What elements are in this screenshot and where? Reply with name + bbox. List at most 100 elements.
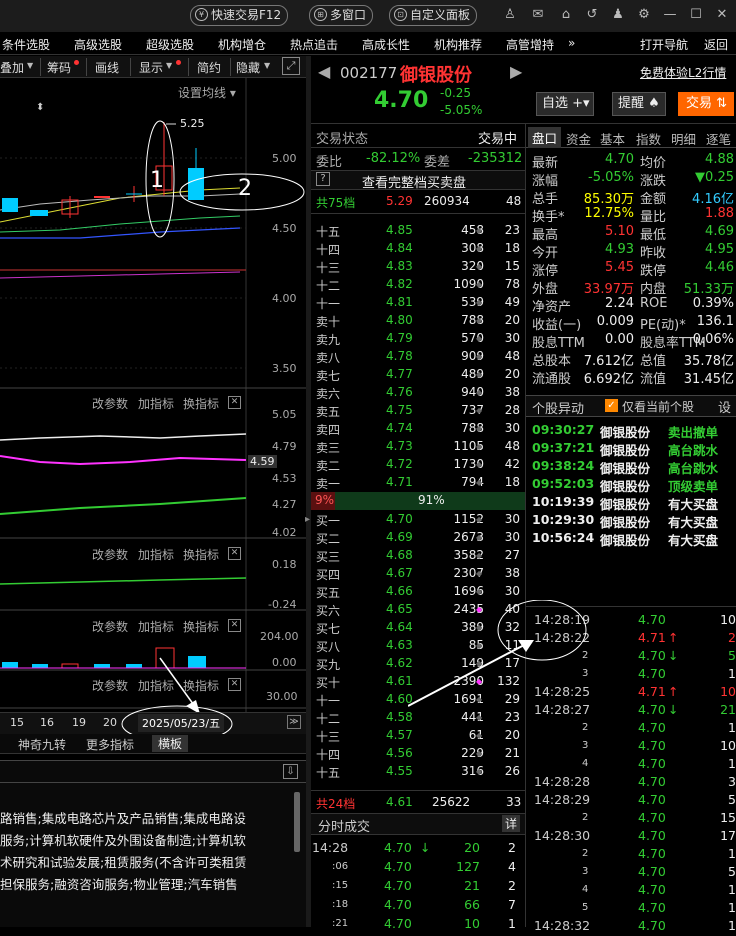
event-row[interactable]: 10:56:24 御银股份 有大买盘 — [530, 530, 736, 548]
menu-item[interactable]: 机构推荐 — [434, 36, 482, 53]
ask-row[interactable]: 十一 4.81 539 ◆ 49 — [312, 294, 524, 312]
menu-item[interactable]: 热点追击 — [290, 36, 338, 53]
scrollbar[interactable] — [294, 792, 300, 852]
bid-row[interactable]: 买四 4.67 2307 ◆ 38 — [312, 565, 524, 583]
bid-row[interactable]: 十五 4.55 316 ◆ 26 — [312, 763, 524, 781]
back-button[interactable]: 返回 — [704, 36, 728, 53]
maximize-icon[interactable]: ☐ — [688, 7, 704, 23]
menu-item[interactable]: 高成长性 — [362, 36, 410, 53]
tab-tick-by-tick[interactable]: 逐笔 — [706, 129, 731, 148]
ask-row[interactable]: 十二 4.82 1090 ◆ 78 — [312, 276, 524, 294]
event-row[interactable]: 09:38:24 御银股份 高台跳水 — [530, 458, 736, 476]
download-icon[interactable]: ⇩ — [283, 764, 298, 779]
ask-row[interactable]: 卖八 4.78 909 ◆ 48 — [312, 348, 524, 366]
close-icon[interactable]: ✕ — [228, 396, 241, 409]
tab-index[interactable]: 指数 — [636, 129, 661, 148]
quick-trade-button[interactable]: ¥ 快速交易F12 — [190, 5, 289, 26]
ask-row[interactable]: 十五 4.85 458 ◆ 23 — [312, 222, 524, 240]
open-nav[interactable]: 打开导航 — [640, 36, 688, 53]
tab-more-indicators[interactable]: 更多指标 — [86, 736, 134, 753]
collapse-icon[interactable]: ▸ — [305, 514, 310, 525]
mail-icon[interactable]: ✉ — [530, 7, 546, 23]
trade-button[interactable]: 交易 ⇅ — [678, 92, 734, 116]
sub2-params[interactable]: 改参数 — [92, 546, 128, 563]
ask-row[interactable]: 卖五 4.75 737 ◆ 28 — [312, 402, 524, 420]
help-icon[interactable]: ? — [316, 172, 330, 186]
event-row[interactable]: 09:30:27 御银股份 卖出撤单 — [530, 422, 736, 440]
sub4-params[interactable]: 改参数 — [92, 677, 128, 694]
tab-detail[interactable]: 明细 — [671, 129, 696, 148]
tab-basic[interactable]: 基本 — [600, 129, 625, 148]
add-favorite-button[interactable]: 自选 +▾ — [536, 92, 594, 116]
free-l2-link[interactable]: 免费体验L2行情 — [640, 64, 726, 81]
full-book-link[interactable]: 查看完整档买卖盘 — [362, 172, 466, 191]
display-button[interactable]: 显示 — [139, 59, 163, 76]
settings-icon[interactable]: ⚙ — [636, 7, 652, 23]
home-icon[interactable]: ⌂ — [558, 7, 574, 23]
skin-icon[interactable]: ♟ — [610, 7, 626, 23]
tab-funds[interactable]: 资金 — [566, 129, 591, 148]
sub1-add[interactable]: 加指标 — [138, 395, 174, 412]
scroll-right-icon[interactable]: ≫ — [287, 715, 301, 729]
event-row[interactable]: 09:52:03 御银股份 顶级卖单 — [530, 476, 736, 494]
overlay-button[interactable]: 叠加 — [0, 59, 24, 76]
sub1-switch[interactable]: 换指标 — [183, 395, 219, 412]
event-row[interactable]: 10:19:39 御银股份 有大买盘 — [530, 494, 736, 512]
bid-row[interactable]: 买五 4.66 1696 ◆ 30 — [312, 583, 524, 601]
close-icon[interactable]: ✕ — [228, 678, 241, 691]
custom-panel-button[interactable]: ⊡ 自定义面板 — [389, 5, 478, 26]
event-row[interactable]: 10:29:30 御银股份 有大买盘 — [530, 512, 736, 530]
bid-row[interactable]: 买一 4.70 1152 ◆ 30 — [312, 511, 524, 529]
events-settings[interactable]: 设 — [718, 397, 731, 416]
tab-nine-turn[interactable]: 神奇九转 — [18, 736, 66, 753]
fullscreen-icon[interactable]: ⤢ — [282, 57, 300, 75]
ma-setting[interactable]: 设置均线 ▾ — [178, 84, 236, 101]
close-icon[interactable]: ✕ — [714, 7, 730, 23]
simple-button[interactable]: 简约 — [197, 59, 221, 76]
prev-stock-icon[interactable]: ◀ — [318, 62, 330, 81]
tab-horizontal[interactable]: 横板 — [152, 735, 189, 752]
menu-item[interactable]: 机构增仓 — [218, 36, 266, 53]
sub3-add[interactable]: 加指标 — [138, 618, 174, 635]
bid-row[interactable]: 十四 4.56 229 ◆ 21 — [312, 745, 524, 763]
ask-row[interactable]: 卖一 4.71 794 ◆ 18 — [312, 474, 524, 492]
ask-row[interactable]: 卖二 4.72 1730 ◆ 42 — [312, 456, 524, 474]
sub3-switch[interactable]: 换指标 — [183, 618, 219, 635]
ask-row[interactable]: 卖七 4.77 489 ◆ 20 — [312, 366, 524, 384]
menu-more[interactable]: » — [568, 36, 575, 50]
only-current-checkbox[interactable]: ✓ — [605, 399, 618, 412]
alert-button[interactable]: 提醒 ♠ — [612, 92, 666, 116]
close-icon[interactable]: ✕ — [228, 547, 241, 560]
sub3-params[interactable]: 改参数 — [92, 618, 128, 635]
tab-pankou[interactable]: 盘口 — [528, 127, 562, 148]
user-icon[interactable]: ♙ — [502, 7, 518, 23]
sub4-add[interactable]: 加指标 — [138, 677, 174, 694]
sub4-switch[interactable]: 换指标 — [183, 677, 219, 694]
close-icon[interactable]: ✕ — [228, 619, 241, 632]
minimize-icon[interactable]: — — [662, 7, 678, 23]
ask-row[interactable]: 十三 4.83 320 ◆ 15 — [312, 258, 524, 276]
menu-item[interactable]: 高级选股 — [74, 36, 122, 53]
draw-line-button[interactable]: 画线 — [95, 59, 119, 76]
sub2-add[interactable]: 加指标 — [138, 546, 174, 563]
menu-item[interactable]: 条件选股 — [2, 36, 50, 53]
next-stock-icon[interactable]: ▶ — [510, 62, 522, 81]
ask-row[interactable]: 卖六 4.76 940 ◆ 38 — [312, 384, 524, 402]
hide-button[interactable]: 隐藏 — [236, 59, 260, 76]
sub2-switch[interactable]: 换指标 — [183, 546, 219, 563]
ask-row[interactable]: 卖九 4.79 570 ◆ 30 — [312, 330, 524, 348]
chips-button[interactable]: 筹码 — [47, 59, 71, 76]
menu-item[interactable]: 超级选股 — [146, 36, 194, 53]
ask-row[interactable]: 卖三 4.73 1105 ◆ 48 — [312, 438, 524, 456]
bid-row[interactable]: 十二 4.58 441 ◆ 23 — [312, 709, 524, 727]
ask-row[interactable]: 十四 4.84 308 ◆ 18 — [312, 240, 524, 258]
sub1-params[interactable]: 改参数 — [92, 395, 128, 412]
ask-row[interactable]: 卖四 4.74 788 ◆ 30 — [312, 420, 524, 438]
multi-window-button[interactable]: ⊞ 多窗口 — [309, 5, 374, 26]
bid-row[interactable]: 买三 4.68 3582 ◆ 27 — [312, 547, 524, 565]
refresh-icon[interactable]: ↺ — [584, 7, 600, 23]
detail-button[interactable]: 详 — [502, 815, 521, 832]
ask-row[interactable]: 卖十 4.80 788 ◆ 20 — [312, 312, 524, 330]
bid-row[interactable]: 买二 4.69 2673 ◆ 30 — [312, 529, 524, 547]
menu-item[interactable]: 高管增持 — [506, 36, 554, 53]
